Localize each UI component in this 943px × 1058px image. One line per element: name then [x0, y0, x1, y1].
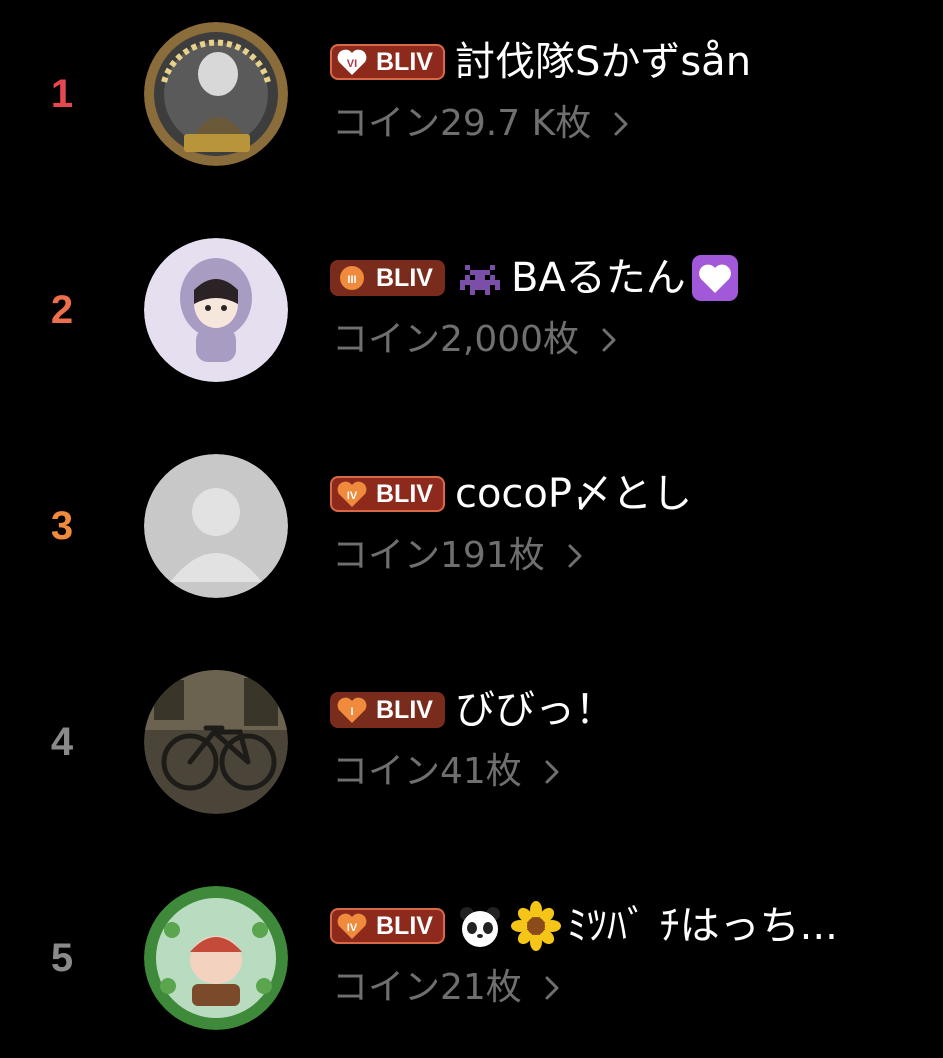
ranking-row[interactable]: 2 III BLIV BAるたん コイン2,000枚 — [0, 236, 943, 386]
chevron-right-icon — [602, 328, 616, 352]
user-name: びびっ！ — [454, 687, 615, 733]
level-badge: VI BLIV — [330, 44, 445, 80]
user-name-line: VI BLIV 討伐隊Sかずsån — [330, 34, 751, 90]
heart-level-icon: III — [340, 266, 364, 290]
svg-text:IV: IV — [347, 922, 358, 934]
white-heart-icon — [691, 255, 738, 301]
coin-count: コイン2,000枚 — [332, 319, 580, 360]
badge-label: BLIV — [376, 479, 433, 508]
ranking-list: 1 VI BLIV 討伐隊Sかずsån コイン29.7 K枚 2 III BLI… — [0, 0, 943, 1058]
coin-line[interactable]: コイン2,000枚 — [332, 318, 619, 362]
ranking-row[interactable]: 5 IV BLIV ﾐﾂﾊﾞ ﾁはっち... コイン21枚 — [0, 884, 943, 1034]
ranking-row[interactable]: 4 I BLIV びびっ！ コイン41枚 — [0, 668, 943, 818]
rank-number: 3 — [50, 504, 74, 548]
ranking-row[interactable]: 1 VI BLIV 討伐隊Sかずsån コイン29.7 K枚 — [0, 20, 943, 170]
svg-text:IV: IV — [347, 490, 358, 502]
coin-line[interactable]: コイン191枚 — [332, 534, 585, 578]
level-badge: I BLIV — [330, 692, 445, 728]
user-name-line: IV BLIV ﾐﾂﾊﾞ ﾁはっち... — [330, 898, 838, 954]
chevron-right-icon — [568, 544, 582, 568]
rank-number: 4 — [50, 720, 74, 764]
svg-text:I: I — [350, 706, 353, 718]
user-name-line: I BLIV びびっ！ — [330, 682, 615, 738]
user-name-line: IV BLIV cocoP〆とし — [330, 466, 692, 522]
space-invader-icon — [459, 265, 500, 295]
coin-line[interactable]: コイン41枚 — [332, 750, 562, 794]
rank-number: 2 — [50, 288, 74, 332]
svg-text:III: III — [347, 274, 356, 286]
sunflower-icon — [510, 901, 561, 951]
user-name: 討伐隊Sかずsån — [454, 39, 752, 85]
coin-line[interactable]: コイン21枚 — [332, 966, 562, 1010]
svg-text:VI: VI — [347, 58, 357, 70]
badge-label: BLIV — [376, 47, 433, 76]
badge-label: BLIV — [376, 263, 433, 292]
chevron-right-icon — [545, 760, 559, 784]
coin-count: コイン191枚 — [332, 535, 545, 576]
user-name: BAるたん — [510, 255, 686, 301]
level-badge: IV BLIV — [330, 476, 445, 512]
chevron-right-icon — [614, 112, 628, 136]
rank-number: 1 — [50, 72, 74, 116]
badge-label: BLIV — [376, 911, 433, 940]
user-name-line: III BLIV BAるたん — [330, 250, 746, 306]
rank-number: 5 — [50, 936, 74, 980]
heart-level-icon: IV — [337, 913, 367, 939]
ranking-row[interactable]: 3 IV BLIV cocoP〆とし コイン191枚 — [0, 452, 943, 602]
user-name: ﾐﾂﾊﾞ ﾁはっち... — [566, 903, 838, 949]
heart-level-icon: IV — [337, 481, 367, 507]
default-user-avatar[interactable] — [144, 454, 288, 598]
coin-line[interactable]: コイン29.7 K枚 — [332, 102, 631, 146]
bicycle-photo-avatar[interactable] — [144, 670, 288, 814]
level-badge: III BLIV — [330, 260, 445, 296]
badge-label: BLIV — [376, 695, 433, 724]
panda-face-icon — [459, 907, 500, 947]
level-badge: IV BLIV — [330, 908, 445, 944]
clover-character-avatar[interactable] — [144, 886, 288, 1030]
hooded-girl-avatar[interactable] — [144, 238, 288, 382]
sponsor-emblem-avatar[interactable] — [144, 22, 288, 166]
heart-level-icon: VI — [337, 49, 367, 75]
user-name: cocoP〆とし — [454, 471, 693, 517]
coin-count: コイン29.7 K枚 — [332, 103, 592, 144]
coin-count: コイン21枚 — [332, 967, 522, 1008]
chevron-right-icon — [545, 976, 559, 1000]
heart-level-icon: I — [337, 697, 367, 723]
coin-count: コイン41枚 — [332, 751, 522, 792]
